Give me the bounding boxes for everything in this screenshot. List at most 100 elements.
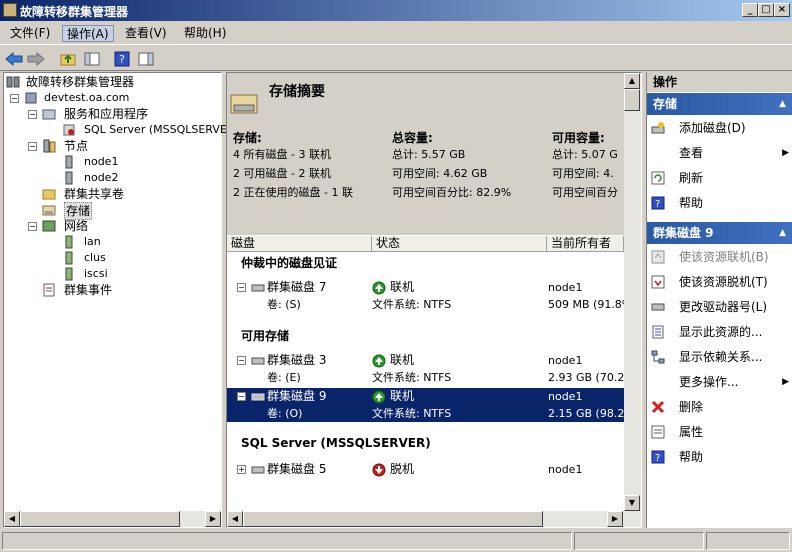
disk9-status: 联机 [390, 389, 415, 403]
menu-file[interactable]: 文件(F) [6, 25, 54, 42]
disk3-volume-row[interactable]: 卷: (E) 文件系统: NTFS 2.93 GB (70.2 [227, 369, 624, 386]
disk7-expander[interactable]: − [237, 283, 246, 292]
tree-clus-label: clus [84, 251, 106, 264]
close-button[interactable]: × [774, 3, 790, 17]
events-icon [43, 283, 55, 297]
shared-volume-icon [42, 189, 56, 200]
actions-disk-header[interactable]: 群集磁盘 9 ▲ [647, 222, 792, 244]
action-take-offline-label: 使该资源脱机(T) [679, 275, 768, 289]
help-icon: ? [114, 51, 130, 66]
disk9-volume-row[interactable]: 卷: (O) 文件系统: NTFS 2.15 GB (98.2 [227, 405, 624, 422]
summary-available-line1: 总计: 5.07 G [552, 148, 618, 161]
svg-text:?: ? [119, 53, 125, 66]
disk7-volume-row[interactable]: 卷: (S) 文件系统: NTFS 509 MB (91.8% [227, 296, 624, 313]
cluster-expander[interactable]: − [10, 94, 19, 103]
menu-action[interactable]: 操作(A) [62, 25, 114, 42]
action-help-label: 帮助 [679, 196, 704, 210]
disk3-expander[interactable]: − [237, 356, 246, 365]
disk9-row[interactable]: − 群集磁盘 9 联机 node1 [227, 388, 624, 405]
results-vscroll-thumb[interactable] [624, 89, 640, 111]
nodes-expander[interactable]: − [28, 142, 37, 151]
results-hscroll-thumb[interactable] [243, 511, 543, 527]
scroll-down-button[interactable]: ▼ [624, 495, 640, 511]
toolbar: ? [0, 44, 792, 71]
tree-cluster-label: devtest.oa.com [44, 91, 130, 104]
back-arrow-icon [5, 51, 23, 66]
services-expander[interactable]: − [28, 110, 37, 119]
scroll-right-button[interactable]: ▶ [607, 511, 623, 527]
disk-list: 仲裁中的磁盘见证 − 群集磁盘 7 联机 node1 卷: (S) 文件系统: … [227, 252, 624, 511]
status-segment-main [2, 532, 572, 550]
actions-storage-header[interactable]: 存储 ▲ [647, 93, 792, 115]
group-witness: 仲裁中的磁盘见证 [241, 256, 338, 270]
scroll-left-button[interactable]: ◀ [4, 511, 20, 527]
actions-title: 操作 [647, 72, 792, 92]
submenu-arrow-icon: ▶ [782, 148, 789, 158]
network-icon [65, 267, 73, 281]
action-bring-online-label: 使该资源联机(B) [679, 250, 769, 264]
tree-scroll-thumb[interactable] [20, 511, 180, 527]
minimize-button[interactable]: _ [742, 3, 758, 17]
help-icon: ? [651, 450, 665, 464]
menu-help[interactable]: 帮助(H) [180, 25, 230, 42]
up-level-button[interactable] [58, 49, 78, 68]
tree-services-label: 服务和应用程序 [64, 107, 149, 121]
networks-icon [42, 220, 56, 232]
show-hide-action-button[interactable] [136, 49, 156, 68]
networks-expander[interactable]: − [28, 222, 37, 231]
actions-storage-label: 存储 [653, 97, 678, 111]
tree-events-label: 群集事件 [64, 283, 113, 297]
scroll-left-button[interactable]: ◀ [227, 511, 243, 527]
disk3-owner: node1 [548, 354, 583, 367]
action-more[interactable]: 更多操作... ▶ [651, 371, 789, 393]
sql-server-icon [63, 124, 75, 136]
scroll-right-button[interactable]: ▶ [205, 511, 221, 527]
disk3-row[interactable]: − 群集磁盘 3 联机 node1 [227, 352, 624, 369]
action-change-drive-label: 更改驱动器号(L) [679, 300, 768, 314]
storage-summary: 存储摘要 存储: 4 所有磁盘 - 3 联机 2 可用磁盘 - 2 联机 2 正… [227, 73, 624, 235]
bring-online-icon [651, 250, 665, 264]
disk9-expander[interactable]: − [237, 392, 246, 401]
action-view[interactable]: 查看 ▶ [651, 142, 789, 164]
summary-storage-line3: 2 正在使用的磁盘 - 1 联 [233, 186, 353, 199]
tree-hscrollbar[interactable]: ◀ ▶ [4, 511, 221, 527]
summary-storage-line2: 2 可用磁盘 - 2 联机 [233, 167, 331, 180]
status-segment-2 [574, 532, 704, 550]
col-owner-header[interactable]: 当前所有者 [547, 236, 624, 252]
disk-icon [251, 357, 265, 365]
col-disk-header[interactable]: 磁盘 [227, 236, 372, 252]
help-toolbar-button[interactable]: ? [112, 49, 132, 68]
menu-view[interactable]: 查看(V) [121, 25, 171, 42]
tree-nodes-label: 节点 [64, 139, 89, 153]
disk5-row[interactable]: + 群集磁盘 5 脱机 node1 [227, 461, 624, 478]
col-status-header[interactable]: 状态 [372, 236, 547, 252]
svg-text:?: ? [655, 453, 660, 464]
disk9-filesystem: 文件系统: NTFS [372, 407, 452, 420]
tree-node2-label: node2 [84, 171, 119, 184]
disk5-expander[interactable]: + [237, 465, 246, 474]
disk7-name: 群集磁盘 7 [267, 280, 327, 294]
summary-storage-line1: 4 所有磁盘 - 3 联机 [233, 148, 331, 161]
maximize-button[interactable]: □ [758, 3, 774, 17]
group-sql: SQL Server (MSSQLSERVER) [241, 436, 431, 450]
back-button[interactable] [4, 49, 24, 68]
online-icon [372, 354, 386, 368]
results-hscrollbar[interactable]: ◀ ▶ [227, 511, 641, 527]
summary-storage-head: 存储: [233, 131, 262, 145]
cluster-manager-icon [6, 76, 20, 88]
summary-available-line3: 可用空间百分 [552, 186, 618, 199]
disk-icon [251, 284, 265, 292]
drive-icon [651, 303, 665, 311]
add-disk-icon [651, 122, 665, 134]
summary-capacity-line3: 可用空间百分比: 82.9% [392, 186, 512, 199]
forward-button[interactable] [26, 49, 46, 68]
tree-sql-label: SQL Server (MSSQLSERVER) [84, 123, 239, 136]
cluster-icon [25, 92, 37, 104]
summary-title: 存储摘要 [269, 84, 325, 100]
scroll-up-button[interactable]: ▲ [624, 73, 640, 89]
show-hide-tree-button[interactable] [82, 49, 102, 68]
results-vscrollbar[interactable]: ▲ ▼ [624, 73, 641, 511]
tree-node1-label: node1 [84, 155, 119, 168]
disk7-row[interactable]: − 群集磁盘 7 联机 node1 [227, 279, 624, 296]
disk-icon [251, 466, 265, 474]
